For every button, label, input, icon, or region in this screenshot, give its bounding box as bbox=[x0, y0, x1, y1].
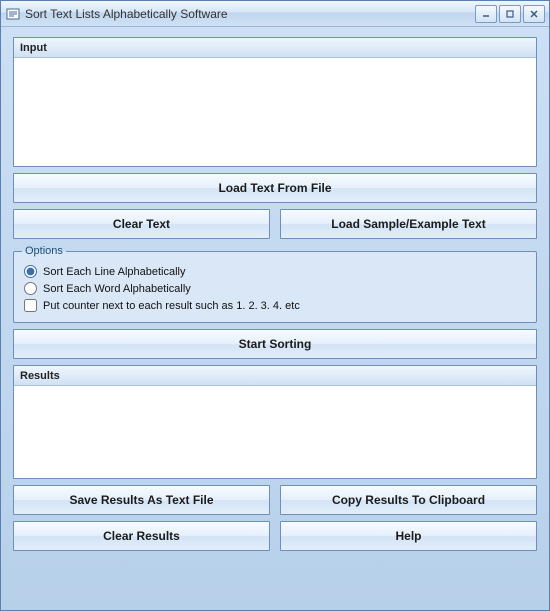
app-window: Sort Text Lists Alphabetically Software … bbox=[0, 0, 550, 611]
window-title: Sort Text Lists Alphabetically Software bbox=[25, 7, 475, 21]
clear-results-button[interactable]: Clear Results bbox=[13, 521, 270, 551]
input-panel-body bbox=[14, 58, 536, 166]
titlebar: Sort Text Lists Alphabetically Software bbox=[1, 1, 549, 27]
minimize-button[interactable] bbox=[475, 5, 497, 23]
options-legend: Options bbox=[22, 245, 66, 257]
radio-sort-line[interactable] bbox=[24, 265, 37, 278]
radio-sort-word[interactable] bbox=[24, 282, 37, 295]
checkbox-counter-label[interactable]: Put counter next to each result such as … bbox=[43, 300, 300, 312]
client-area: Input Load Text From File Clear Text Loa… bbox=[1, 27, 549, 610]
input-panel: Input bbox=[13, 37, 537, 167]
close-button[interactable] bbox=[523, 5, 545, 23]
load-sample-text-button[interactable]: Load Sample/Example Text bbox=[280, 209, 537, 239]
option-counter[interactable]: Put counter next to each result such as … bbox=[22, 297, 528, 314]
save-results-button[interactable]: Save Results As Text File bbox=[13, 485, 270, 515]
maximize-button[interactable] bbox=[499, 5, 521, 23]
app-icon bbox=[5, 6, 21, 22]
checkbox-counter[interactable] bbox=[24, 299, 37, 312]
help-button[interactable]: Help bbox=[280, 521, 537, 551]
copy-results-button[interactable]: Copy Results To Clipboard bbox=[280, 485, 537, 515]
results-button-row-1: Save Results As Text File Copy Results T… bbox=[13, 485, 537, 515]
load-text-from-file-button[interactable]: Load Text From File bbox=[13, 173, 537, 203]
options-group: Options Sort Each Line Alphabetically So… bbox=[13, 245, 537, 323]
input-button-row: Clear Text Load Sample/Example Text bbox=[13, 209, 537, 239]
results-panel-header: Results bbox=[14, 366, 536, 386]
results-panel-body bbox=[14, 386, 536, 478]
input-panel-header: Input bbox=[14, 38, 536, 58]
option-sort-line[interactable]: Sort Each Line Alphabetically bbox=[22, 263, 528, 280]
window-controls bbox=[475, 5, 545, 23]
results-button-row-2: Clear Results Help bbox=[13, 521, 537, 551]
option-sort-word[interactable]: Sort Each Word Alphabetically bbox=[22, 280, 528, 297]
radio-sort-line-label[interactable]: Sort Each Line Alphabetically bbox=[43, 266, 185, 278]
start-sorting-button[interactable]: Start Sorting bbox=[13, 329, 537, 359]
clear-text-button[interactable]: Clear Text bbox=[13, 209, 270, 239]
radio-sort-word-label[interactable]: Sort Each Word Alphabetically bbox=[43, 283, 191, 295]
results-textarea[interactable] bbox=[14, 386, 536, 478]
input-textarea[interactable] bbox=[14, 58, 536, 166]
results-panel: Results bbox=[13, 365, 537, 479]
